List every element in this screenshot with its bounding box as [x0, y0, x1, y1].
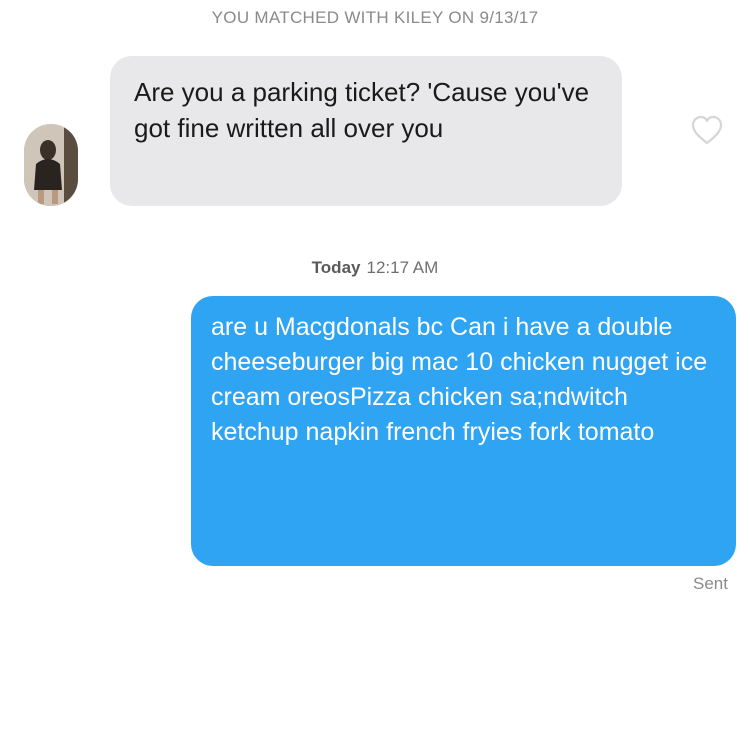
match-header: YOU MATCHED WITH KILEY ON 9/13/17 — [211, 8, 539, 27]
like-button[interactable] — [690, 114, 724, 146]
timestamp-time: 12:17 AM — [366, 258, 439, 277]
sent-message-bubble: are u Macgdonals bc Can i have a double … — [191, 296, 736, 566]
received-message-bubble: Are you a parking ticket? 'Cause you've … — [110, 56, 622, 206]
sent-status-label: Sent — [693, 574, 728, 593]
timestamp-day: Today — [311, 258, 361, 277]
received-message-text: Are you a parking ticket? 'Cause you've … — [134, 77, 590, 143]
message-timestamp: Today 12:17 AM — [0, 258, 750, 278]
profile-photo-icon — [24, 124, 78, 206]
heart-outline-icon — [691, 115, 723, 145]
avatar[interactable] — [24, 124, 78, 206]
sent-message-text: are u Macgdonals bc Can i have a double … — [211, 313, 708, 446]
